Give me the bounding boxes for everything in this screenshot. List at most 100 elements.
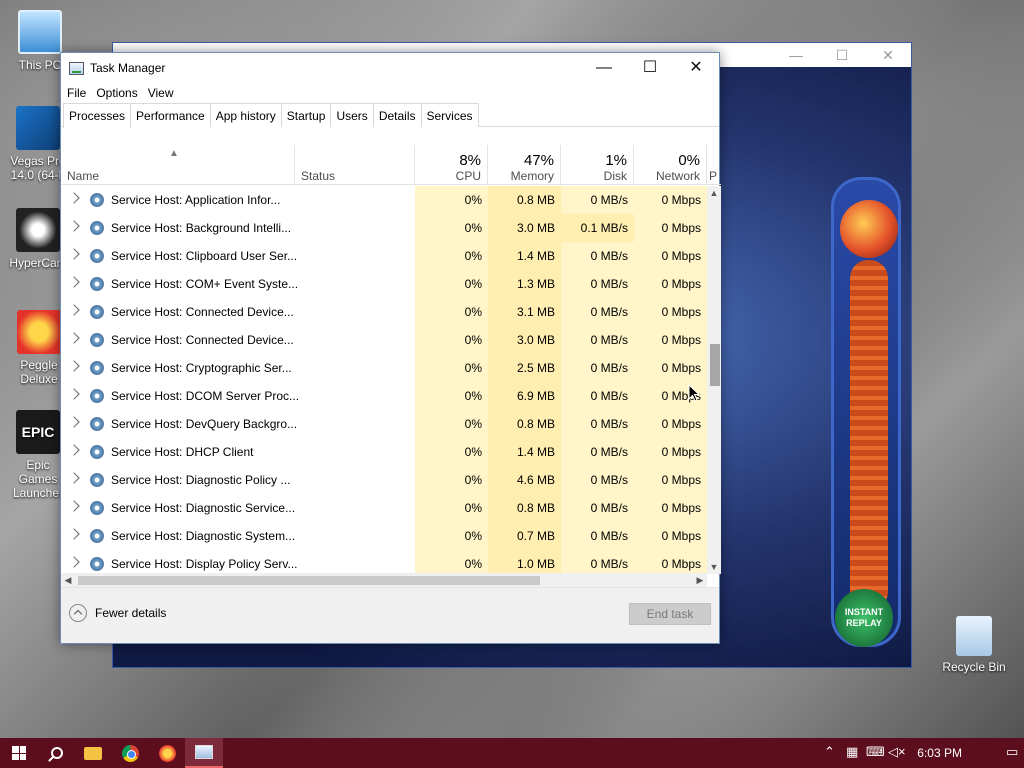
memory-cell: 1.3 MB [488, 270, 561, 298]
scroll-left-arrow-icon[interactable]: ◀ [61, 573, 75, 587]
expand-chevron-icon[interactable] [68, 500, 80, 512]
task-manager-icon [69, 62, 84, 75]
tab-services[interactable]: Services [420, 103, 479, 127]
expand-chevron-icon[interactable] [68, 220, 80, 232]
table-header: ▲ Name Status 8% CPU 47% Memory 1% Disk … [61, 145, 721, 185]
service-gear-icon [90, 389, 104, 403]
service-gear-icon [90, 221, 104, 235]
volume-muted-icon[interactable]: ◁× [888, 745, 906, 759]
table-row[interactable]: Service Host: Diagnostic Service... 0% 0.8… [61, 494, 707, 522]
network-cell: 0 Mbps [634, 466, 707, 494]
menu-view[interactable]: View [148, 83, 180, 103]
search-button[interactable] [38, 738, 76, 768]
vertical-scrollbar[interactable]: ▲ ▼ [707, 186, 721, 574]
task-manager-window[interactable]: Task Manager — ☐ ✕ File Options View Pro… [60, 52, 721, 644]
table-row[interactable]: Service Host: Connected Device... 0% 3.0 M… [61, 326, 707, 354]
expand-chevron-icon[interactable] [68, 304, 80, 316]
expand-chevron-icon[interactable] [68, 248, 80, 260]
menu-options[interactable]: Options [96, 83, 143, 103]
horizontal-scrollbar[interactable]: ◀ ▶ [61, 573, 707, 587]
desktop-icon-recycle-bin[interactable]: Recycle Bin [938, 616, 1010, 674]
game-minimize-button[interactable]: — [773, 45, 819, 65]
minimize-button[interactable]: — [581, 53, 627, 83]
tab-users[interactable]: Users [330, 103, 374, 127]
expand-chevron-icon[interactable] [68, 360, 80, 372]
tab-app-history[interactable]: App history [209, 103, 282, 127]
vertical-scroll-thumb[interactable] [710, 344, 720, 386]
menu-file[interactable]: File [67, 83, 92, 103]
expand-chevron-icon[interactable] [68, 528, 80, 540]
table-row[interactable]: Service Host: DHCP Client 0% 1.4 MB 0 MB/s 0… [61, 438, 707, 466]
expand-chevron-icon[interactable] [68, 472, 80, 484]
disk-cell: 0 MB/s [561, 410, 634, 438]
tab-performance[interactable]: Performance [130, 103, 211, 127]
end-task-button[interactable]: End task [629, 603, 711, 625]
column-header-network[interactable]: 0% Network [634, 145, 707, 185]
expand-chevron-icon[interactable] [68, 332, 80, 344]
memory-cell: 3.0 MB [488, 214, 561, 242]
network-icon[interactable]: ▦ [846, 745, 858, 759]
expand-chevron-icon[interactable] [68, 192, 80, 204]
game-maximize-button[interactable]: ☐ [819, 45, 865, 65]
column-header-next[interactable]: P [707, 145, 721, 185]
expand-chevron-icon[interactable] [68, 556, 80, 568]
taskbar-file-explorer[interactable] [74, 738, 112, 768]
service-gear-icon [90, 361, 104, 375]
network-cell: 0 Mbps [634, 186, 707, 214]
process-name: Service Host: DevQuery Backgro... [111, 417, 298, 431]
horizontal-scroll-thumb[interactable] [78, 576, 540, 585]
scroll-down-arrow-icon[interactable]: ▼ [707, 560, 721, 574]
table-row[interactable]: Service Host: DCOM Server Proc... 0% 6.9 M… [61, 382, 707, 410]
task-manager-titlebar[interactable]: Task Manager — ☐ ✕ [61, 53, 719, 83]
disk-cell: 0 MB/s [561, 438, 634, 466]
tab-processes[interactable]: Processes [63, 103, 132, 128]
scroll-up-arrow-icon[interactable]: ▲ [707, 186, 721, 200]
column-header-status[interactable]: Status [295, 145, 415, 185]
table-row[interactable]: Service Host: Cryptographic Ser... 0% 2.5 … [61, 354, 707, 382]
instant-replay-button[interactable]: INSTANT REPLAY [835, 589, 893, 647]
taskbar: ⌃ ▦ ⌨ ◁× ▭ 6:03 PM [0, 738, 1024, 768]
fewer-details-button[interactable]: Fewer details [69, 604, 166, 622]
expand-chevron-icon[interactable] [68, 444, 80, 456]
process-name: Service Host: COM+ Event Syste... [111, 277, 299, 291]
tab-details[interactable]: Details [372, 103, 422, 127]
column-header-disk[interactable]: 1% Disk [561, 145, 634, 185]
memory-cell: 1.4 MB [488, 242, 561, 270]
table-row[interactable]: Service Host: Diagnostic System... 0% 0.7 … [61, 522, 707, 550]
column-header-cpu[interactable]: 8% CPU [415, 145, 488, 185]
expand-chevron-icon[interactable] [68, 388, 80, 400]
keyboard-icon[interactable]: ⌨ [866, 745, 885, 759]
clock[interactable]: 6:03 PM [917, 746, 962, 760]
table-row[interactable]: Service Host: Diagnostic Policy ... 0% 4.6… [61, 466, 707, 494]
start-button[interactable] [0, 738, 38, 768]
table-row[interactable]: Service Host: DevQuery Backgro... 0% 0.8 M… [61, 410, 707, 438]
column-header-memory[interactable]: 47% Memory [488, 145, 561, 185]
memory-percent: 47% [523, 152, 554, 169]
taskbar-task-manager[interactable] [185, 738, 223, 768]
tab-startup[interactable]: Startup [280, 103, 332, 127]
service-gear-icon [90, 557, 104, 571]
taskbar-peggle[interactable] [148, 738, 186, 768]
network-cell: 0 Mbps [634, 298, 707, 326]
service-gear-icon [90, 473, 104, 487]
show-hidden-icons-chevron-icon[interactable]: ⌃ [824, 745, 835, 759]
table-row[interactable]: Service Host: Clipboard User Ser... 0% 1.4… [61, 242, 707, 270]
close-button[interactable]: ✕ [673, 53, 719, 83]
service-gear-icon [90, 417, 104, 431]
computer-icon [18, 10, 62, 54]
network-percent: 0% [678, 152, 700, 169]
table-row[interactable]: Service Host: COM+ Event Syste... 0% 1.3 M… [61, 270, 707, 298]
maximize-button[interactable]: ☐ [627, 53, 673, 83]
taskbar-chrome[interactable] [111, 738, 149, 768]
disk-cell: 0 MB/s [561, 522, 634, 550]
table-row[interactable]: Service Host: Application Infor... 0% 0.8 … [61, 186, 707, 214]
expand-chevron-icon[interactable] [68, 416, 80, 428]
table-row[interactable]: Service Host: Connected Device... 0% 3.1 M… [61, 298, 707, 326]
column-header-name[interactable]: ▲ Name [61, 145, 295, 185]
scroll-right-arrow-icon[interactable]: ▶ [693, 573, 707, 587]
game-close-button[interactable]: ✕ [865, 45, 911, 65]
expand-chevron-icon[interactable] [68, 276, 80, 288]
table-row[interactable]: Service Host: Background Intelli... 0% 3.0… [61, 214, 707, 242]
notifications-icon[interactable]: ▭ [1006, 745, 1018, 759]
process-rows: Service Host: Application Infor... 0% 0.8 … [61, 186, 707, 578]
